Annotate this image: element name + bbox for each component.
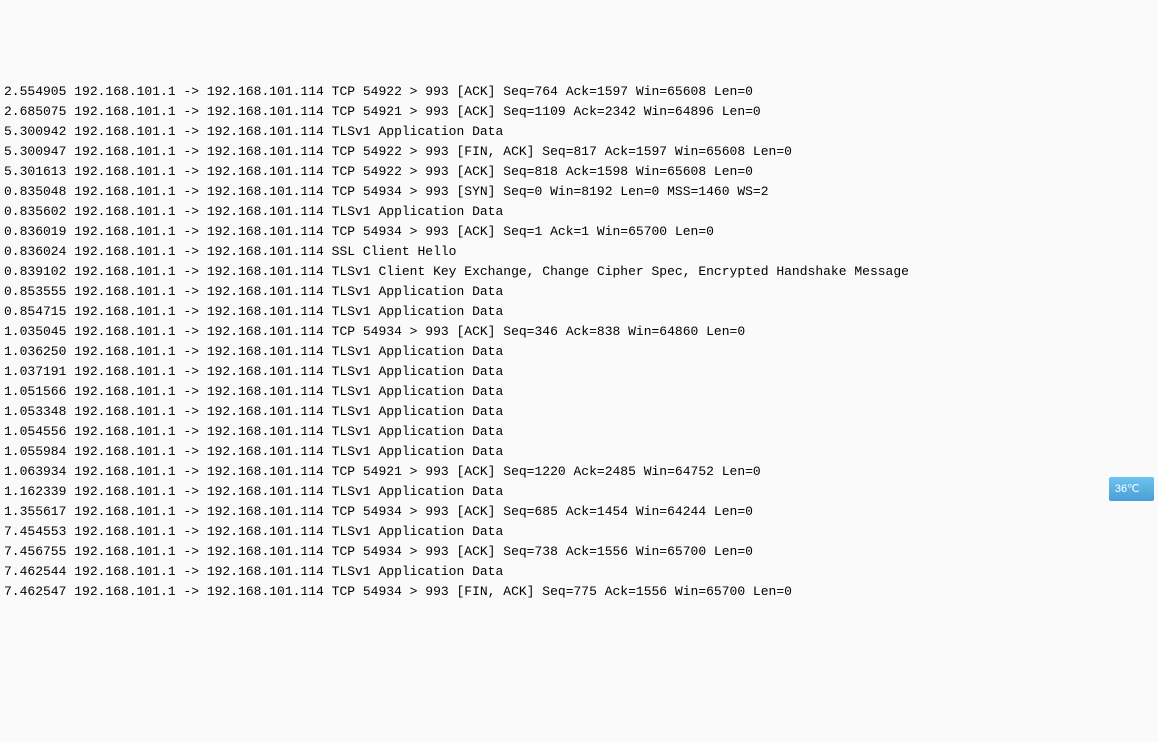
packet-line[interactable]: 1.162339 192.168.101.1 -> 192.168.101.11… [4, 482, 1154, 502]
packet-line[interactable]: 0.835048 192.168.101.1 -> 192.168.101.11… [4, 182, 1154, 202]
packet-line[interactable]: 5.301613 192.168.101.1 -> 192.168.101.11… [4, 162, 1154, 182]
packet-line[interactable]: 7.454553 192.168.101.1 -> 192.168.101.11… [4, 522, 1154, 542]
packet-line[interactable]: 0.853555 192.168.101.1 -> 192.168.101.11… [4, 282, 1154, 302]
packet-line[interactable]: 1.355617 192.168.101.1 -> 192.168.101.11… [4, 502, 1154, 522]
packet-capture-output: 2.554905 192.168.101.1 -> 192.168.101.11… [4, 82, 1154, 602]
packet-line[interactable]: 5.300947 192.168.101.1 -> 192.168.101.11… [4, 142, 1154, 162]
packet-line[interactable]: 0.839102 192.168.101.1 -> 192.168.101.11… [4, 262, 1154, 282]
packet-line[interactable]: 1.035045 192.168.101.1 -> 192.168.101.11… [4, 322, 1154, 342]
packet-line[interactable]: 0.854715 192.168.101.1 -> 192.168.101.11… [4, 302, 1154, 322]
packet-line[interactable]: 1.063934 192.168.101.1 -> 192.168.101.11… [4, 462, 1154, 482]
packet-line[interactable]: 7.456755 192.168.101.1 -> 192.168.101.11… [4, 542, 1154, 562]
packet-line[interactable]: 1.053348 192.168.101.1 -> 192.168.101.11… [4, 402, 1154, 422]
packet-line[interactable]: 1.051566 192.168.101.1 -> 192.168.101.11… [4, 382, 1154, 402]
packet-line[interactable]: 1.055984 192.168.101.1 -> 192.168.101.11… [4, 442, 1154, 462]
weather-arrow-icon: ↓ [1143, 479, 1149, 499]
packet-line[interactable]: 0.836024 192.168.101.1 -> 192.168.101.11… [4, 242, 1154, 262]
packet-line[interactable]: 2.685075 192.168.101.1 -> 192.168.101.11… [4, 102, 1154, 122]
packet-line[interactable]: 0.836019 192.168.101.1 -> 192.168.101.11… [4, 222, 1154, 242]
weather-temp: 36℃ [1115, 479, 1140, 499]
packet-line[interactable]: 5.300942 192.168.101.1 -> 192.168.101.11… [4, 122, 1154, 142]
packet-line[interactable]: 0.835602 192.168.101.1 -> 192.168.101.11… [4, 202, 1154, 222]
packet-line[interactable]: 7.462547 192.168.101.1 -> 192.168.101.11… [4, 582, 1154, 602]
packet-line[interactable]: 1.037191 192.168.101.1 -> 192.168.101.11… [4, 362, 1154, 382]
weather-widget[interactable]: 36℃ ↓ [1109, 477, 1154, 501]
packet-line[interactable]: 2.554905 192.168.101.1 -> 192.168.101.11… [4, 82, 1154, 102]
packet-line[interactable]: 7.462544 192.168.101.1 -> 192.168.101.11… [4, 562, 1154, 582]
packet-line[interactable]: 1.036250 192.168.101.1 -> 192.168.101.11… [4, 342, 1154, 362]
packet-line[interactable]: 1.054556 192.168.101.1 -> 192.168.101.11… [4, 422, 1154, 442]
